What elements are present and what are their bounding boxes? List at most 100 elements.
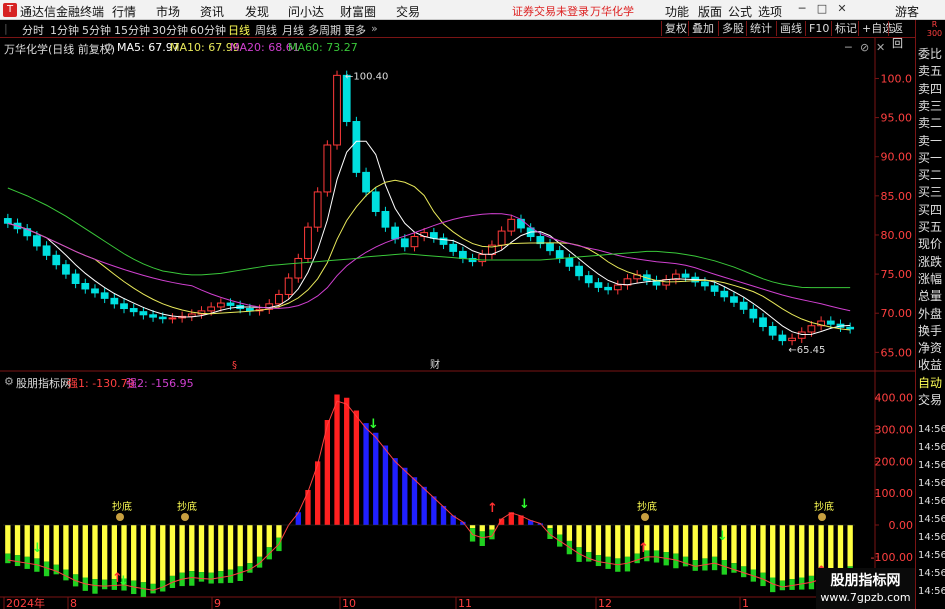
price-label: 80.00 bbox=[881, 229, 913, 242]
indicator-label: -100.00 bbox=[871, 551, 913, 564]
signal-arrow-icon: ↓ bbox=[368, 417, 379, 432]
candle bbox=[81, 282, 90, 290]
candle bbox=[371, 191, 380, 212]
candle bbox=[168, 317, 177, 320]
bottom-signal-label: 抄底 bbox=[814, 500, 834, 513]
candle bbox=[333, 74, 341, 146]
side-item[interactable]: 卖一 bbox=[918, 133, 945, 149]
candle bbox=[187, 313, 196, 317]
candle bbox=[275, 293, 283, 305]
candle bbox=[759, 317, 767, 328]
candle bbox=[613, 284, 622, 291]
side-item[interactable]: 卖五 bbox=[918, 63, 945, 79]
candle bbox=[739, 301, 748, 310]
tick-time: 14:56 bbox=[918, 442, 945, 453]
side-item[interactable]: 买五 bbox=[918, 219, 945, 235]
side-item[interactable]: 卖三 bbox=[918, 98, 945, 114]
candle bbox=[71, 273, 80, 284]
side-item[interactable]: 净资 bbox=[918, 340, 945, 356]
candle bbox=[110, 297, 119, 305]
bottom-signal-label: 抄底 bbox=[177, 500, 197, 513]
tick-time: 14:56 bbox=[918, 586, 945, 597]
candle bbox=[226, 302, 235, 306]
indicator-label: 300.00 bbox=[875, 424, 914, 437]
candle bbox=[826, 320, 835, 325]
candle bbox=[730, 296, 738, 303]
side-item[interactable]: 收益 bbox=[918, 357, 945, 373]
side-item[interactable]: 卖四 bbox=[918, 81, 945, 97]
low-price-label: ←65.45 bbox=[788, 345, 825, 356]
candle bbox=[139, 311, 148, 316]
side-item[interactable]: 总量 bbox=[918, 288, 945, 304]
side-item[interactable]: 换手 bbox=[918, 323, 945, 339]
candle bbox=[32, 235, 41, 247]
candle bbox=[449, 243, 458, 252]
candle bbox=[507, 218, 516, 232]
side-item[interactable]: 外盘 bbox=[918, 306, 945, 322]
date-label: 12 bbox=[598, 597, 612, 609]
candle bbox=[391, 226, 400, 240]
candle bbox=[294, 257, 303, 279]
tick-time: 14:56 bbox=[918, 424, 945, 435]
side-item[interactable]: 买四 bbox=[918, 202, 945, 218]
date-label: 11 bbox=[458, 597, 472, 609]
side-item[interactable]: 涨跌 bbox=[918, 254, 945, 270]
finance-mark: 财 bbox=[430, 358, 440, 371]
side-item[interactable]: 买三 bbox=[918, 184, 945, 200]
candle bbox=[604, 286, 613, 291]
candle bbox=[458, 250, 467, 259]
kline-chart[interactable]: 100.095.0090.0085.0080.0075.0070.0065.00… bbox=[0, 0, 915, 609]
side-item[interactable]: 买一 bbox=[918, 150, 945, 166]
candle bbox=[62, 264, 70, 275]
indicator-label: 100.00 bbox=[875, 487, 914, 500]
candle bbox=[807, 325, 816, 333]
side-item[interactable]: 卖二 bbox=[918, 115, 945, 131]
signal-arrow-icon: ↓ bbox=[32, 541, 43, 556]
dividend-mark: § bbox=[232, 360, 237, 371]
candle bbox=[323, 144, 332, 193]
candle bbox=[788, 337, 796, 342]
candle bbox=[304, 226, 312, 259]
candle bbox=[42, 245, 51, 256]
signal-coin-icon bbox=[818, 513, 826, 521]
signal-coin-icon bbox=[641, 513, 649, 521]
candle bbox=[352, 121, 361, 173]
candle bbox=[797, 331, 806, 339]
candle bbox=[158, 316, 167, 320]
date-label: 1 bbox=[742, 597, 749, 609]
candle bbox=[91, 288, 99, 294]
watermark: 股朋指标网 www.7gpzb.com bbox=[816, 568, 915, 609]
quote-side-panel: R 300 委比 卖五 卖四 卖三 卖二 卖一 买一 买二 买三 买四 买五 现价 涨跌 涨幅 总量 外盘 换手… bbox=[915, 20, 945, 609]
side-item[interactable]: 涨幅 bbox=[918, 271, 945, 287]
side-item[interactable]: 买二 bbox=[918, 167, 945, 183]
bottom-signal-label: 抄底 bbox=[112, 500, 132, 513]
candle bbox=[517, 218, 525, 229]
signal-arrow-icon: ↑ bbox=[487, 501, 498, 516]
side-item[interactable]: 自动 bbox=[918, 375, 945, 391]
candle bbox=[749, 308, 758, 319]
side-item[interactable]: 现价 bbox=[918, 236, 945, 252]
tick-time: 14:56 bbox=[918, 568, 945, 579]
date-label: 8 bbox=[70, 597, 77, 609]
candle bbox=[429, 232, 438, 239]
candle bbox=[768, 326, 777, 336]
candle bbox=[381, 211, 390, 228]
candle bbox=[546, 243, 554, 252]
tick-time: 14:56 bbox=[918, 514, 945, 525]
signal-arrow-icon: ↓ bbox=[717, 529, 728, 544]
candle bbox=[216, 302, 225, 308]
side-item[interactable]: 交易 bbox=[918, 392, 945, 408]
price-label: 85.00 bbox=[881, 190, 913, 203]
price-label: 90.00 bbox=[881, 151, 913, 164]
high-price-label: ←100.40 bbox=[345, 71, 388, 82]
candle bbox=[120, 303, 128, 310]
tick-time: 14:56 bbox=[918, 478, 945, 489]
side-item[interactable]: 委比 bbox=[918, 46, 945, 62]
date-label: 9 bbox=[214, 597, 221, 609]
candle bbox=[52, 254, 61, 266]
candle bbox=[129, 308, 138, 313]
tick-time: 14:56 bbox=[918, 496, 945, 507]
date-label: 10 bbox=[342, 597, 356, 609]
candle bbox=[681, 273, 690, 278]
signal-coin-icon bbox=[181, 513, 189, 521]
